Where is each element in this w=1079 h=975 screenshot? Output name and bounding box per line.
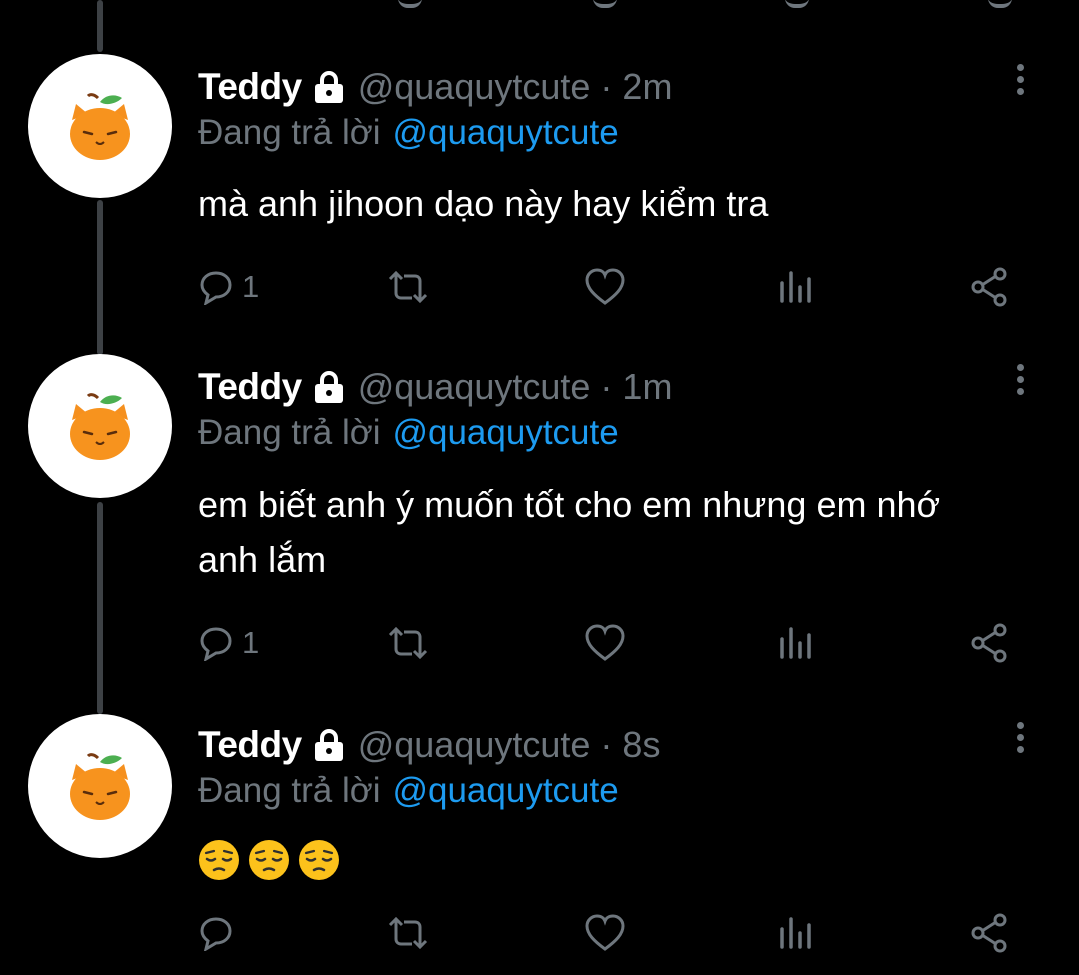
tweet-text-line: em biết anh ý muốn tốt cho em nhưng em n… (198, 484, 941, 525)
pensive-face-emoji (198, 839, 240, 881)
replying-to: Đang trả lời @quaquytcute (198, 410, 619, 456)
like-button[interactable] (584, 908, 626, 958)
tweet-text: em biết anh ý muốn tốt cho em nhưng em n… (198, 477, 1018, 587)
vertical-ellipsis-icon[interactable] (1008, 64, 1032, 104)
avatar[interactable] (28, 54, 172, 198)
heart-icon (585, 914, 625, 951)
views-button[interactable] (778, 262, 814, 312)
analytics-bars-icon (780, 627, 811, 659)
action-bar: 1 (198, 618, 1028, 668)
reply-bubble-icon (200, 917, 232, 951)
timestamp[interactable]: 2m (622, 66, 672, 108)
reply-button[interactable]: 1 (198, 618, 259, 668)
share-icon (971, 913, 1007, 953)
separator-dot: · (600, 366, 613, 407)
retweet-button[interactable] (386, 262, 430, 312)
pensive-face-emoji (248, 839, 290, 881)
analytics-bars-icon (780, 917, 811, 949)
display-name[interactable]: Teddy (198, 66, 302, 108)
vertical-ellipsis-icon[interactable] (1008, 364, 1032, 404)
pensive-face-emoji (298, 839, 340, 881)
thread-line-2 (97, 502, 103, 714)
action-bar (198, 908, 1028, 958)
handle[interactable]: @quaquytcute (358, 366, 591, 408)
like-button[interactable] (584, 262, 626, 312)
handle[interactable]: @quaquytcute (358, 724, 591, 766)
action-bar: 1 (198, 262, 1028, 312)
retweet-icon (388, 270, 428, 304)
thread-line-top (97, 0, 103, 52)
orange-cat-avatar-icon (70, 393, 130, 460)
retweet-icon (388, 626, 428, 660)
reply-button[interactable] (198, 908, 242, 958)
display-name[interactable]: Teddy (198, 366, 302, 408)
reply-count: 1 (242, 625, 260, 660)
share-button[interactable] (970, 618, 1010, 668)
timestamp[interactable]: 8s (622, 724, 660, 766)
reply-bubble-icon (200, 627, 232, 661)
share-button[interactable] (970, 908, 1010, 958)
orange-cat-avatar-icon (70, 93, 130, 160)
lock-icon (314, 71, 343, 103)
tweet-text-line: anh lắm (198, 539, 327, 580)
share-icon (971, 267, 1007, 307)
previous-tweet-actions (0, 0, 1079, 8)
tweet-text: mà anh jihoon dạo này hay kiểm tra (198, 176, 1018, 231)
avatar[interactable] (28, 714, 172, 858)
retweet-button[interactable] (386, 908, 430, 958)
views-button[interactable] (778, 908, 814, 958)
tweet-header: Teddy @quaquytcute · 1m (198, 362, 672, 412)
heart-icon (585, 624, 625, 661)
tweet-header: Teddy @quaquytcute · 2m (198, 62, 672, 112)
reply-to-handle[interactable]: @quaquytcute (392, 771, 618, 811)
reply-to-handle[interactable]: @quaquytcute (392, 413, 618, 453)
timestamp[interactable]: 1m (622, 366, 672, 408)
analytics-bars-icon (780, 271, 811, 303)
thread-line-1 (97, 200, 103, 355)
orange-cat-avatar-icon (70, 753, 130, 820)
reply-prefix: Đang trả lời (198, 771, 381, 810)
heart-icon (585, 268, 625, 305)
views-button[interactable] (778, 618, 814, 668)
share-icon (971, 623, 1007, 663)
tweet-header: Teddy @quaquytcute · 8s (198, 720, 660, 770)
retweet-icon (388, 916, 428, 950)
separator-dot: · (600, 724, 613, 765)
reply-bubble-icon (200, 271, 232, 305)
reply-prefix: Đang trả lời (198, 413, 381, 452)
reply-prefix: Đang trả lời (198, 113, 381, 152)
replying-to: Đang trả lời @quaquytcute (198, 768, 619, 814)
display-name[interactable]: Teddy (198, 724, 302, 766)
replying-to: Đang trả lời @quaquytcute (198, 110, 619, 156)
tweet-text-line: mà anh jihoon dạo này hay kiểm tra (198, 183, 769, 224)
separator-dot: · (600, 66, 613, 107)
tweet-text (198, 830, 1018, 885)
retweet-button[interactable] (386, 618, 430, 668)
vertical-ellipsis-icon[interactable] (1008, 722, 1032, 762)
lock-icon (314, 371, 343, 403)
reply-count: 1 (242, 269, 260, 304)
like-button[interactable] (584, 618, 626, 668)
reply-button[interactable]: 1 (198, 262, 259, 312)
avatar[interactable] (28, 354, 172, 498)
share-button[interactable] (970, 262, 1010, 312)
handle[interactable]: @quaquytcute (358, 66, 591, 108)
lock-icon (314, 729, 343, 761)
reply-to-handle[interactable]: @quaquytcute (392, 113, 618, 153)
